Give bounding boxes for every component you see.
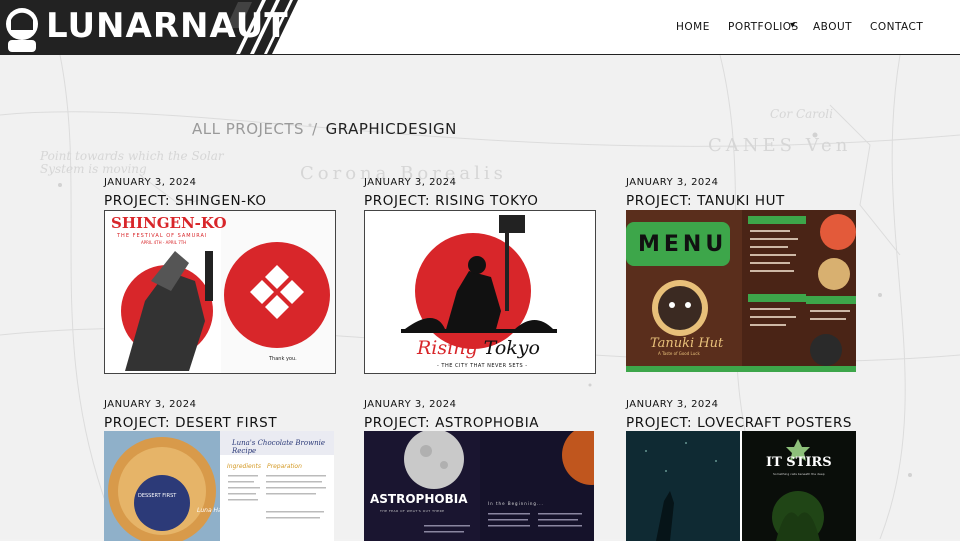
chevron-down-icon[interactable]: ▾ (790, 20, 795, 31)
project-title[interactable]: PROJECT: LOVECRAFT POSTERS (626, 414, 858, 432)
thumb-wordmark: Rising Tokyo (417, 337, 540, 359)
nav-portfolios[interactable]: PORTFOLIOS (728, 21, 799, 33)
nav-contact[interactable]: CONTACT (870, 21, 923, 33)
project-date: JANUARY 3, 2024 (104, 177, 197, 188)
project-card[interactable]: JANUARY 3, 2024 PROJECT: DESERT FIRST Lu… (104, 399, 336, 541)
astronaut-helmet-icon (6, 8, 38, 52)
breadcrumb-separator: / (312, 120, 318, 138)
breadcrumb-all-projects[interactable]: ALL PROJECTS (192, 120, 304, 138)
thumb-heading: MENU (638, 232, 728, 257)
project-date: JANUARY 3, 2024 (626, 177, 719, 188)
project-thumbnail[interactable]: SHINGEN-KO THE FESTIVAL OF SAMURAI APRIL… (104, 210, 336, 374)
thumb-heading: Luna's Chocolate Brownie Recipe (232, 439, 325, 455)
logo-wordmark: LUNARNAUT (46, 6, 289, 46)
thumb-chapter: In the Beginning... (488, 501, 544, 506)
project-card[interactable]: JANUARY 3, 2024 PROJECT: SHINGEN-KO SHIN… (104, 177, 336, 374)
bg-label: Cor Caroli (770, 107, 833, 121)
site-header: LUNARNAUT HOME PORTFOLIOS ▾ ABOUT CONTAC… (0, 0, 960, 55)
thumb-ingredients-label: Ingredients (227, 463, 261, 470)
nav-home[interactable]: HOME (676, 21, 710, 33)
breadcrumb-current: GRAPHICDESIGN (325, 120, 457, 138)
project-card[interactable]: JANUARY 3, 2024 PROJECT: RISING TOKYO Ri… (364, 177, 596, 374)
thumb-heading: IT STIRS (766, 455, 832, 470)
thumb-wordmark-black: Tokyo (483, 337, 540, 359)
thumb-subheading: Something calls beneath the deep (773, 472, 825, 476)
project-title[interactable]: PROJECT: RISING TOKYO (364, 192, 596, 210)
project-title[interactable]: PROJECT: DESERT FIRST (104, 414, 336, 432)
project-title[interactable]: PROJECT: ASTROPHOBIA (364, 414, 596, 432)
project-thumbnail[interactable]: IT STIRS Something calls beneath the dee… (626, 431, 856, 541)
thumb-subheading: THE FESTIVAL OF SAMURAI (117, 233, 208, 239)
bg-label: Point towards which the Solar System is … (40, 149, 224, 176)
lovecraft-poster-art (626, 431, 856, 541)
thumb-caption: Thank you. (269, 356, 297, 362)
thumb-heading: SHINGEN-KO (111, 214, 227, 232)
project-title[interactable]: PROJECT: TANUKI HUT (626, 192, 858, 210)
thumb-slogan: A Taste of Good Luck (658, 351, 700, 356)
thumb-badge: DESSERT FIRST (138, 493, 177, 499)
project-card[interactable]: JANUARY 3, 2024 PROJECT: LOVECRAFT POSTE… (626, 399, 858, 541)
project-date: JANUARY 3, 2024 (626, 399, 719, 410)
astrophobia-art (364, 431, 594, 541)
project-card[interactable]: JANUARY 3, 2024 PROJECT: ASTROPHOBIA AST… (364, 399, 596, 541)
project-date: JANUARY 3, 2024 (364, 177, 457, 188)
project-date: JANUARY 3, 2024 (104, 399, 197, 410)
project-thumbnail[interactable]: Luna's Chocolate Brownie Recipe Ingredie… (104, 431, 334, 541)
project-thumbnail[interactable]: Rising Tokyo - THE CITY THAT NEVER SETS … (364, 210, 596, 374)
project-card[interactable]: JANUARY 3, 2024 PROJECT: TANUKI HUT MENU… (626, 177, 858, 372)
project-thumbnail[interactable]: ASTROPHOBIA THE FEAR OF WHAT'S OUT THERE… (364, 431, 594, 541)
nav-about[interactable]: ABOUT (813, 21, 852, 33)
thumb-subheading: THE FEAR OF WHAT'S OUT THERE (380, 509, 445, 513)
thumb-brand: Tanuki Hut (650, 336, 724, 351)
thumb-dates: APRIL 4TH - APRIL 7TH (141, 240, 187, 245)
project-date: JANUARY 3, 2024 (364, 399, 457, 410)
thumb-heading: ASTROPHOBIA (370, 492, 468, 506)
project-thumbnail[interactable]: MENU Tanuki Hut A Taste of Good Luck (626, 210, 856, 372)
thumb-tagline: - THE CITY THAT NEVER SETS - (437, 363, 528, 369)
thumb-wordmark-red: Rising (417, 337, 478, 359)
thumb-preparation-label: Preparation (267, 463, 302, 470)
thumb-author: Luna Hart (197, 507, 227, 514)
bg-label: CANES Ven (708, 135, 852, 156)
breadcrumb: ALL PROJECTS / GRAPHICDESIGN (192, 120, 457, 138)
site-logo[interactable]: LUNARNAUT (0, 0, 300, 54)
project-title[interactable]: PROJECT: SHINGEN-KO (104, 192, 336, 210)
